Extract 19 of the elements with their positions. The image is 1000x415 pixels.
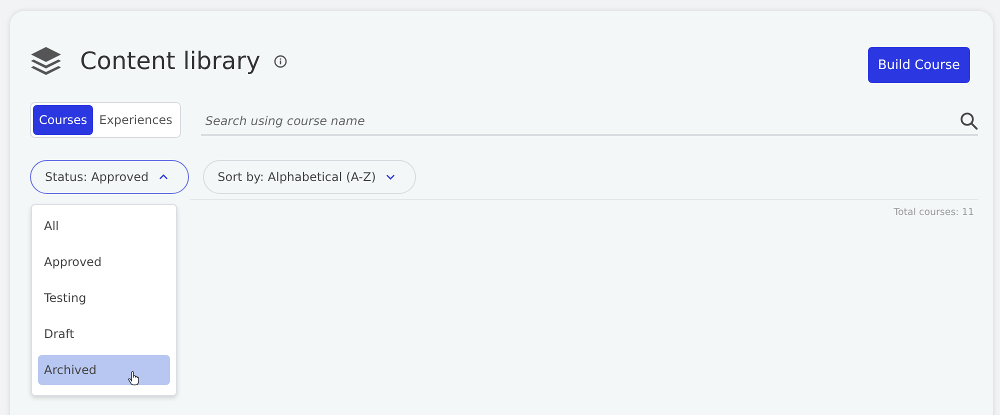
hand-cursor-icon <box>128 371 139 386</box>
tab[interactable]: Experiences <box>93 105 178 135</box>
menu-item[interactable]: Draft <box>38 319 170 349</box>
chevron-icon <box>386 174 395 180</box>
info-icon[interactable] <box>274 54 288 68</box>
build-course-button[interactable]: Build Course <box>868 47 970 83</box>
menu-item[interactable]: Archived <box>38 355 170 385</box>
page-title: Content library <box>80 47 260 75</box>
menu-item[interactable]: Testing <box>38 283 170 313</box>
search-field[interactable]: Search using course name <box>201 114 960 128</box>
search-icon[interactable] <box>960 112 978 130</box>
layers-icon <box>30 46 62 76</box>
filter-dropdown[interactable]: Sort by: Alphabetical (A-Z) <box>202 160 416 194</box>
menu-item[interactable]: Approved <box>38 247 170 277</box>
menu-item[interactable]: All <box>38 211 170 241</box>
total-count: Total courses: 11 <box>894 207 974 218</box>
tab[interactable]: Courses <box>33 105 94 135</box>
chevron-icon <box>158 174 168 180</box>
filter-dropdown[interactable]: Status: Approved <box>30 160 189 194</box>
